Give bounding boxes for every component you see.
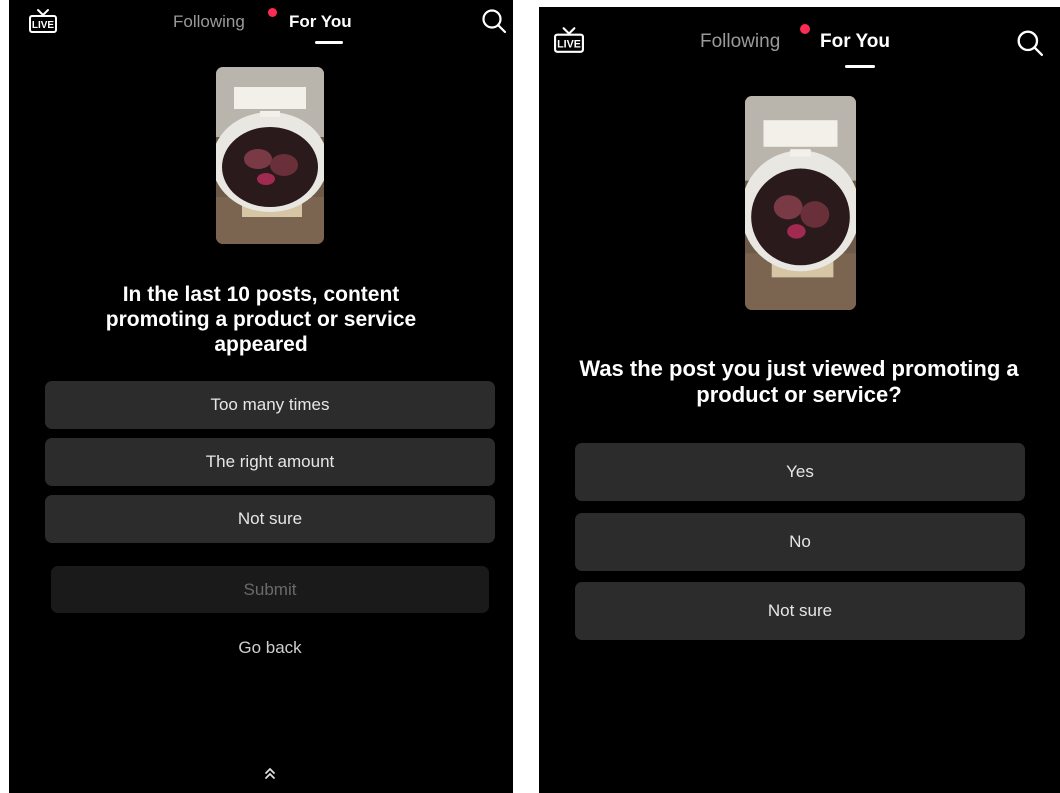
search-icon[interactable] [481, 8, 507, 34]
live-icon[interactable]: LIVE [554, 26, 584, 54]
option-too-many-times[interactable]: Too many times [45, 381, 495, 429]
option-right-amount[interactable]: The right amount [45, 438, 495, 486]
svg-text:LIVE: LIVE [557, 39, 581, 51]
active-tab-indicator [315, 41, 343, 44]
tab-following[interactable]: Following [173, 12, 245, 32]
thumbnail-image [745, 96, 856, 310]
video-thumbnail[interactable] [745, 96, 856, 310]
live-icon[interactable]: LIVE [29, 8, 57, 34]
submit-button[interactable]: Submit [51, 566, 489, 613]
notification-dot [268, 8, 277, 17]
option-not-sure[interactable]: Not sure [45, 495, 495, 543]
option-not-sure[interactable]: Not sure [575, 582, 1025, 640]
left-screen: LIVE Following For You In the last 10 po… [9, 0, 513, 793]
search-icon[interactable] [1016, 29, 1044, 57]
double-chevron-up-icon[interactable] [263, 766, 277, 780]
active-tab-indicator [845, 65, 875, 68]
svg-text:LIVE: LIVE [32, 20, 55, 31]
option-yes[interactable]: Yes [575, 443, 1025, 501]
video-thumbnail[interactable] [216, 67, 324, 244]
tab-following[interactable]: Following [700, 31, 780, 53]
option-no[interactable]: No [575, 513, 1025, 571]
notification-dot [800, 24, 810, 34]
right-screen: LIVE Following For You Was the post you … [539, 7, 1060, 793]
thumbnail-image [216, 67, 324, 244]
survey-question: Was the post you just viewed promoting a… [579, 356, 1019, 408]
tab-for-you[interactable]: For You [820, 31, 890, 53]
survey-question: In the last 10 posts, content promoting … [105, 283, 417, 357]
tab-for-you[interactable]: For You [289, 12, 352, 32]
go-back-link[interactable]: Go back [170, 638, 370, 658]
